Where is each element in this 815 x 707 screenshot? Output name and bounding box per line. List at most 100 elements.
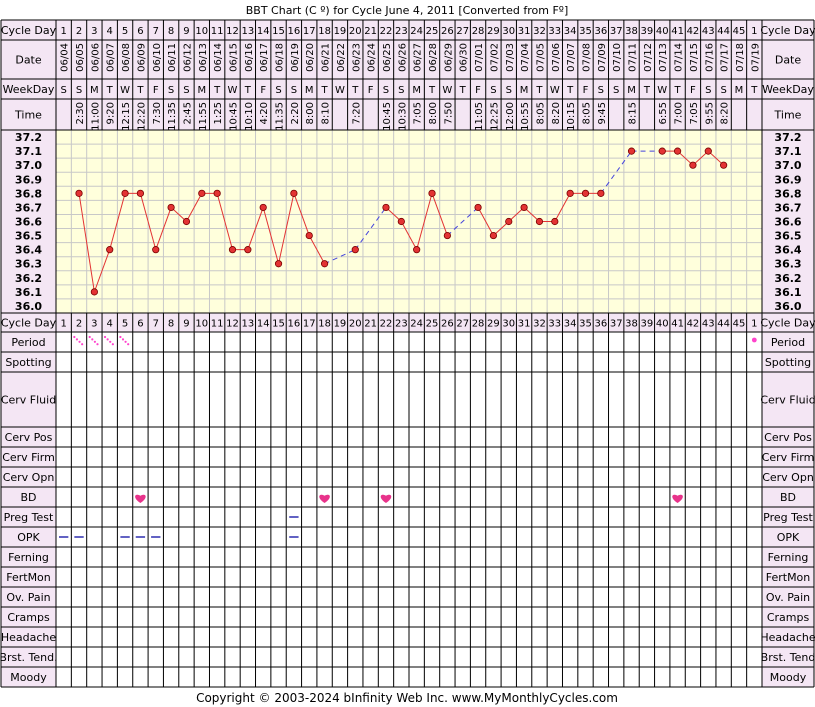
cycle-day-label-bottom: 1 — [60, 319, 66, 330]
cycle-day-label-bottom: 26 — [441, 319, 454, 330]
weekday-label: F — [153, 85, 159, 96]
temp-point — [136, 189, 145, 197]
weekday-label: T — [459, 85, 467, 96]
cycle-day-label: 35 — [579, 26, 592, 37]
cycle-day-label-bottom: 42 — [687, 319, 700, 330]
temp-point — [290, 189, 298, 197]
weekday-label: T — [428, 85, 436, 96]
y-tick-label-left: 36.8 — [15, 187, 42, 200]
y-tick-label-right: 36.1 — [774, 286, 801, 299]
cycle-day-label: 2 — [76, 26, 82, 37]
y-tick-label-right: 37.0 — [774, 159, 801, 172]
cycle-day-label: 38 — [625, 26, 638, 37]
time-label: 12:00 — [505, 102, 516, 131]
row-label-left: WeekDay — [3, 83, 55, 96]
cycle-day-label-bottom: 39 — [641, 319, 654, 330]
date-label: 06/11 — [167, 43, 178, 72]
y-tick-label-left: 36.7 — [15, 201, 42, 214]
date-label: 07/05 — [535, 43, 546, 72]
cycle-day-label: 43 — [702, 26, 715, 37]
period-mark — [75, 338, 79, 341]
cycle-day-label: 26 — [441, 26, 454, 37]
row-label-left: Ov. Pain — [6, 591, 50, 604]
date-label: 06/04 — [60, 43, 71, 72]
date-label: 06/10 — [152, 43, 163, 72]
weekday-label: W — [335, 85, 345, 96]
time-label: 7:05 — [689, 102, 700, 124]
date-label: 07/16 — [704, 43, 715, 72]
cycle-day-label-bottom: 18 — [318, 319, 331, 330]
period-mark — [121, 338, 125, 341]
cycle-day-label-bottom: 35 — [579, 319, 592, 330]
date-label: 06/22 — [336, 43, 347, 72]
date-label: 06/20 — [305, 43, 316, 72]
period-mark — [111, 343, 114, 346]
y-tick-label-right: 37.2 — [774, 131, 801, 144]
weekday-label: W — [442, 85, 452, 96]
temp-point — [320, 260, 329, 268]
weekday-label: T — [244, 85, 252, 96]
cycle-day-label-bottom: 36 — [594, 319, 607, 330]
cycle-day-label-bottom: 45 — [733, 319, 746, 330]
date-label: 07/09 — [597, 43, 608, 72]
weekday-label: S — [183, 85, 189, 96]
date-label: 06/08 — [121, 43, 132, 72]
y-tick-label-right: 36.2 — [774, 272, 801, 285]
date-label: 07/04 — [520, 43, 531, 72]
time-label: 1:25 — [213, 102, 224, 124]
row-label-right: Period — [771, 336, 805, 349]
weekday-label: S — [168, 85, 174, 96]
cycle-day-label: 37 — [610, 26, 623, 37]
cycle-day-label-bottom: 31 — [518, 319, 531, 330]
row-label-left: Moody — [10, 671, 47, 684]
date-label: 07/13 — [658, 43, 669, 72]
time-label: 10:55 — [520, 102, 531, 131]
period-mark — [93, 340, 96, 343]
y-tick-label-right: 36.3 — [774, 258, 801, 271]
time-label: 4:20 — [259, 102, 270, 124]
temp-point — [720, 161, 728, 169]
time-label: 12:20 — [136, 102, 147, 131]
row-label-right: Date — [775, 54, 802, 67]
date-label: 06/24 — [367, 43, 378, 72]
date-label: 06/14 — [213, 43, 224, 72]
row-label-left: Headache — [1, 631, 57, 644]
cycle-day-label-bottom: 38 — [625, 319, 638, 330]
cycle-day-label-bottom: 24 — [410, 319, 423, 330]
y-tick-label-left: 37.0 — [15, 159, 42, 172]
period-mark — [127, 343, 130, 346]
cycle-day-label-bottom: 10 — [195, 319, 208, 330]
cycle-day-label: 25 — [426, 26, 439, 37]
row-label-left: Cerv Pos — [5, 431, 53, 444]
weekday-label: W — [228, 85, 238, 96]
time-label: 8:05 — [582, 102, 593, 124]
weekday-label: S — [76, 85, 82, 96]
weekday-label: S — [613, 85, 619, 96]
cycle-day-label: 9 — [183, 26, 189, 37]
weekday-label: M — [90, 85, 99, 96]
row-label-left: Ferning — [8, 551, 49, 564]
cycle-day-label-bottom: 32 — [533, 319, 546, 330]
time-label: 10:15 — [566, 102, 577, 131]
date-label: 07/15 — [689, 43, 700, 72]
cycle-day-label-bottom: 13 — [241, 319, 254, 330]
cycle-day-label: 36 — [594, 26, 607, 37]
weekday-label: S — [490, 85, 496, 96]
date-label: 06/13 — [198, 43, 209, 72]
cycle-day-label: 13 — [241, 26, 254, 37]
y-tick-label-right: 37.1 — [774, 145, 801, 158]
row-label-right: WeekDay — [762, 83, 814, 96]
y-tick-label-right: 36.0 — [774, 300, 801, 313]
period-mark — [78, 340, 81, 343]
temp-point — [443, 231, 451, 240]
cycle-day-label: 33 — [548, 26, 561, 37]
cycle-day-label-bottom: 44 — [717, 319, 730, 330]
row-label-left: Brst. Tend. — [0, 651, 58, 664]
temp-point — [274, 260, 283, 268]
cycle-day-label-bottom: 16 — [288, 319, 301, 330]
date-label: 07/18 — [735, 43, 746, 72]
cycle-day-label: 28 — [472, 26, 485, 37]
cycle-day-label: 24 — [410, 26, 423, 37]
cycle-day-label-bottom: 15 — [272, 319, 285, 330]
temp-point — [551, 217, 559, 226]
